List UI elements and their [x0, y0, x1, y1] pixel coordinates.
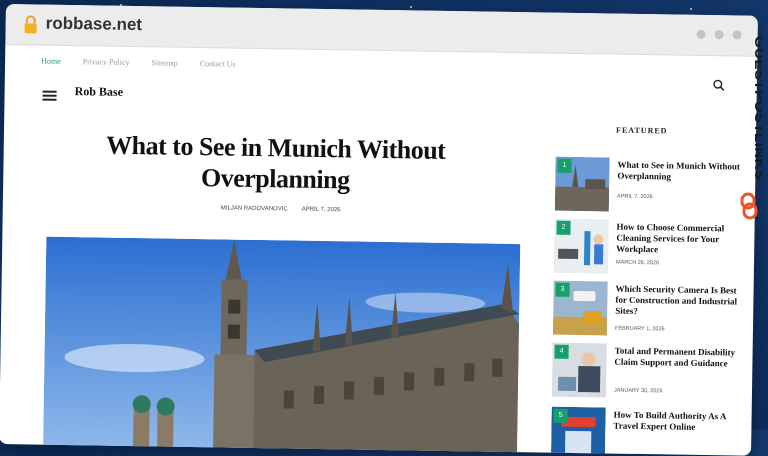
featured-item[interactable]: 5 How To Build Authority As A Travel Exp…	[550, 406, 742, 456]
featured-thumbnail[interactable]: 2	[553, 218, 609, 274]
window-dot-2[interactable]	[714, 30, 724, 40]
featured-thumbnail[interactable]: 1	[554, 156, 610, 212]
nav-sitemap[interactable]: Sitemap	[151, 58, 177, 67]
window-dot-1[interactable]	[696, 29, 706, 39]
article-date: APRIL 7, 2026	[301, 206, 341, 214]
article-meta: MILJAN RADOVANOVIC APRIL 7, 2026	[221, 205, 341, 213]
featured-title[interactable]: How to Choose Commercial Cleaning Servic…	[616, 222, 741, 257]
top-navigation: Home Privacy Policy Sitemap Contact Us	[41, 57, 236, 69]
nav-privacy-policy[interactable]: Privacy Policy	[83, 57, 130, 67]
featured-item[interactable]: 2 How to Choose Commercial Cleaning Serv…	[553, 218, 745, 276]
address-domain[interactable]: robbase.net	[46, 14, 143, 36]
featured-date: APRIL 7, 2026	[617, 193, 653, 201]
lock-icon	[24, 15, 37, 34]
article-author[interactable]: MILJAN RADOVANOVIC	[221, 205, 288, 212]
site-name[interactable]: Rob Base	[75, 84, 124, 100]
featured-title[interactable]: What to See in Munich Without Overplanni…	[617, 160, 741, 184]
featured-thumbnail[interactable]: 4	[551, 342, 607, 398]
featured-title[interactable]: How To Build Authority As A Travel Exper…	[613, 410, 737, 434]
featured-item[interactable]: 1 What to See in Munich Without Overplan…	[554, 156, 746, 214]
article-title: What to See in Munich Without Overplanni…	[105, 130, 446, 195]
featured-title[interactable]: Total and Permanent Disability Claim Sup…	[614, 346, 738, 370]
browser-titlebar: robbase.net	[5, 4, 758, 57]
featured-date: FEBRUARY 1, 2026	[614, 325, 665, 333]
watermark-text: GUESTPOSTLINKS	[751, 36, 762, 181]
featured-rank-badge: 3	[555, 282, 570, 297]
featured-thumbnail[interactable]: 5	[550, 406, 606, 456]
window-controls	[696, 29, 742, 40]
nav-home[interactable]: Home	[41, 57, 61, 66]
featured-rank-badge: 1	[557, 158, 572, 173]
featured-item[interactable]: 3 Which Security Camera Is Best for Cons…	[552, 280, 744, 338]
browser-window: robbase.net Home Privacy Policy Sitemap …	[0, 4, 758, 456]
featured-item[interactable]: 4 Total and Permanent Disability Claim S…	[551, 342, 743, 400]
featured-rank-badge: 5	[553, 408, 568, 423]
link-logo-icon	[740, 192, 758, 220]
featured-thumbnail[interactable]: 3	[552, 280, 608, 336]
featured-rank-badge: 4	[554, 344, 569, 359]
nav-contact-us[interactable]: Contact Us	[200, 59, 236, 69]
featured-heading: FEATURED	[616, 125, 668, 136]
hamburger-menu-icon[interactable]	[42, 89, 57, 103]
featured-title[interactable]: Which Security Camera Is Best for Constr…	[615, 284, 740, 319]
featured-date: JANUARY 30, 2026	[613, 387, 663, 395]
search-icon[interactable]	[713, 79, 725, 91]
guestpostlinks-watermark: GUESTPOSTLINKS	[736, 32, 768, 232]
featured-date: MARCH 26, 2026	[615, 259, 660, 267]
hero-image	[43, 236, 521, 455]
featured-rank-badge: 2	[556, 220, 571, 235]
